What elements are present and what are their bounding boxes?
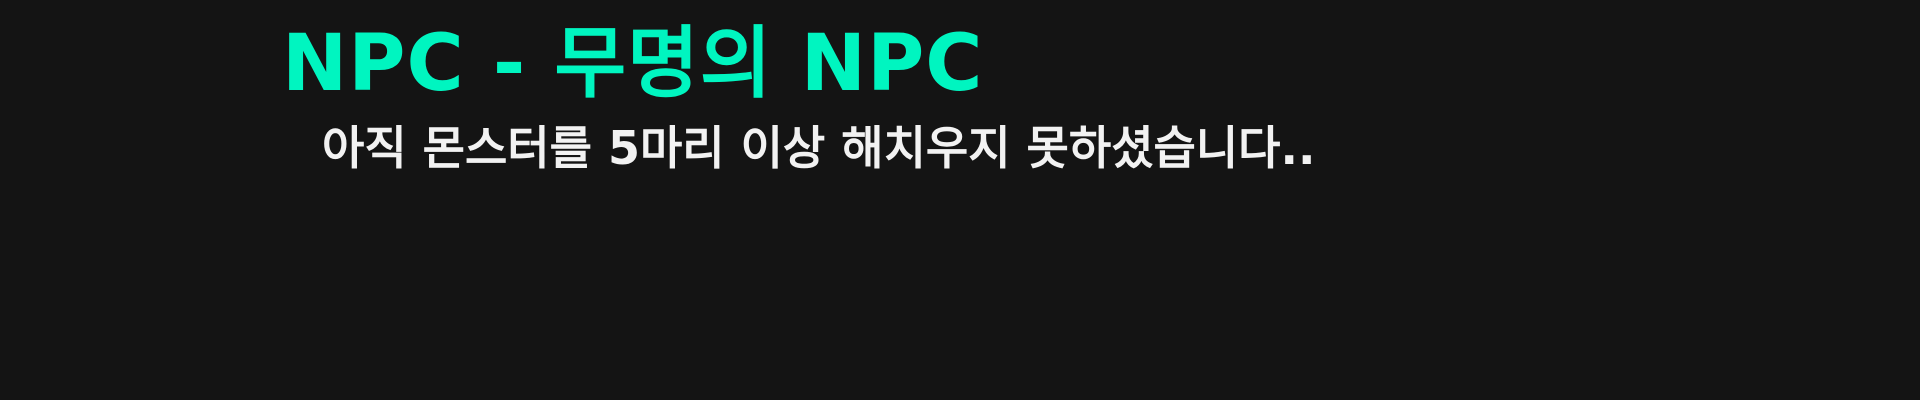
npc-dialog-box[interactable]: NPC - 무명의 NPC 아직 몬스터를 5마리 이상 해치우지 못하셨습니다… — [0, 0, 1920, 400]
npc-speaker-name: NPC - 무명의 NPC — [282, 19, 984, 109]
npc-dialog-message: 아직 몬스터를 5마리 이상 해치우지 못하셨습니다.. — [322, 121, 1316, 175]
